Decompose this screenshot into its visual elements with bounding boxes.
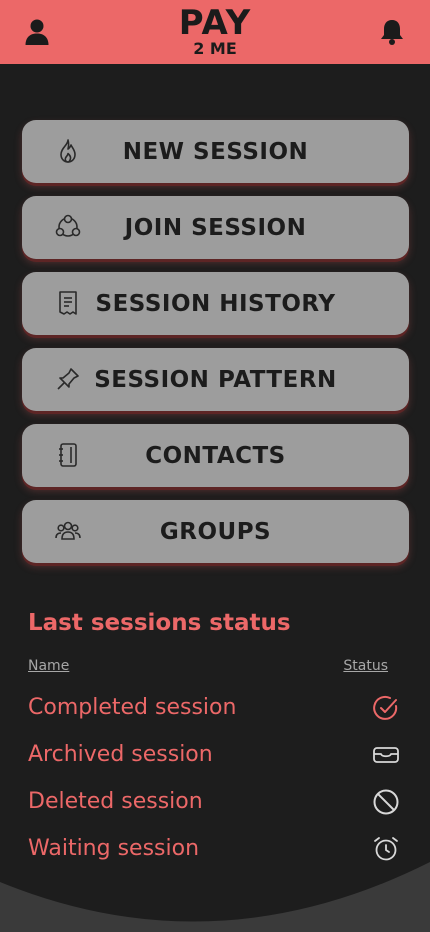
join-session-button[interactable]: JOIN SESSION bbox=[22, 196, 409, 259]
ban-icon bbox=[372, 788, 400, 816]
logo-main-text: PAY bbox=[178, 3, 252, 43]
status-column-header: Status bbox=[343, 658, 388, 674]
logo-sub-text: 2 ME bbox=[193, 39, 237, 58]
bottom-wave-decoration bbox=[0, 862, 430, 932]
new-session-button[interactable]: NEW SESSION bbox=[22, 120, 409, 183]
status-row-completed[interactable]: Completed session bbox=[28, 691, 402, 725]
session-pattern-button[interactable]: SESSION PATTERN bbox=[22, 348, 409, 411]
groups-button[interactable]: GROUPS bbox=[22, 500, 409, 563]
contacts-label: CONTACTS bbox=[145, 442, 286, 469]
contacts-button[interactable]: CONTACTS bbox=[22, 424, 409, 487]
user-icon[interactable] bbox=[24, 18, 50, 46]
new-session-label: NEW SESSION bbox=[122, 138, 309, 165]
check-circle-icon bbox=[372, 694, 400, 722]
alarm-clock-icon bbox=[372, 835, 400, 863]
app-logo: PAY 2 ME bbox=[170, 6, 260, 58]
groups-label: GROUPS bbox=[159, 518, 272, 545]
last-sessions-status-title: Last sessions status bbox=[28, 610, 291, 636]
name-column-header: Name bbox=[28, 658, 70, 674]
status-row-label: Completed session bbox=[28, 695, 237, 720]
join-session-label: JOIN SESSION bbox=[124, 214, 307, 241]
app-header: PAY 2 ME bbox=[0, 0, 430, 64]
status-row-label: Archived session bbox=[28, 742, 213, 767]
session-pattern-label: SESSION PATTERN bbox=[94, 366, 337, 393]
session-history-label: SESSION HISTORY bbox=[95, 290, 336, 317]
status-row-deleted[interactable]: Deleted session bbox=[28, 785, 402, 819]
status-row-label: Deleted session bbox=[28, 789, 203, 814]
status-row-archived[interactable]: Archived session bbox=[28, 738, 402, 772]
session-history-button[interactable]: SESSION HISTORY bbox=[22, 272, 409, 335]
inbox-icon bbox=[372, 741, 400, 769]
bell-icon[interactable] bbox=[379, 18, 405, 46]
